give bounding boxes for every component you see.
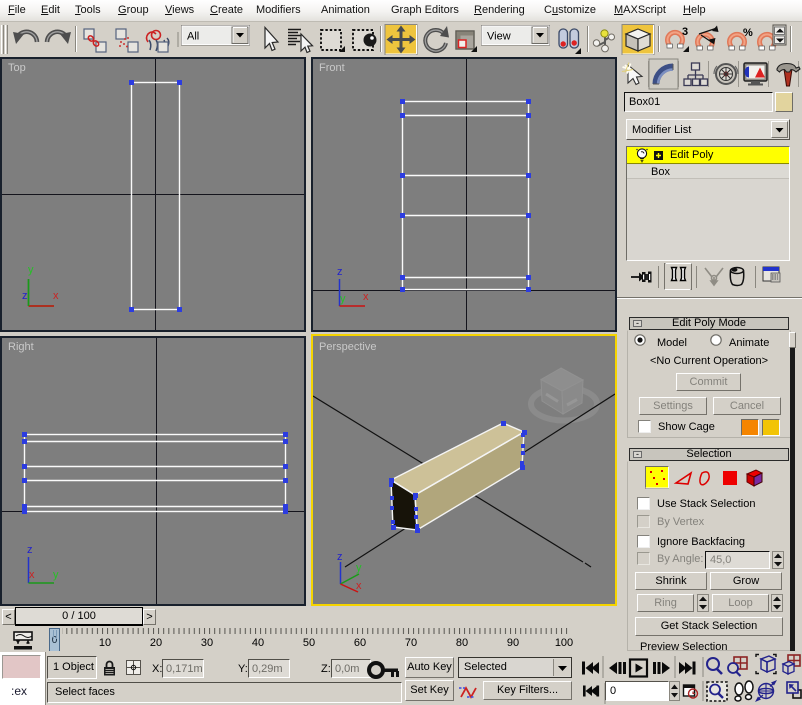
svg-text:3: 3	[682, 26, 688, 38]
svg-text:90: 90	[507, 637, 519, 649]
svg-text:z: z	[337, 551, 343, 563]
svg-text:x: x	[29, 569, 35, 581]
svg-text:z: z	[337, 266, 343, 278]
svg-text:%: %	[743, 27, 753, 39]
svg-text:x: x	[363, 291, 369, 303]
svg-text:x: x	[53, 290, 59, 302]
svg-text:z: z	[22, 290, 28, 302]
svg-text:View: View	[487, 31, 511, 43]
svg-text:z: z	[27, 544, 33, 556]
svg-text:10: 10	[99, 637, 111, 649]
svg-text:x: x	[356, 580, 362, 592]
svg-text:y: y	[340, 293, 346, 305]
svg-text:100: 100	[555, 637, 573, 649]
svg-text:All: All	[187, 31, 199, 43]
svg-text:60: 60	[354, 637, 366, 649]
svg-text:y: y	[53, 569, 59, 581]
svg-text:40: 40	[252, 637, 264, 649]
svg-text:y: y	[356, 562, 362, 574]
svg-text:70: 70	[405, 637, 417, 649]
svg-text:y: y	[28, 264, 34, 276]
svg-text:30: 30	[201, 637, 213, 649]
svg-text:80: 80	[456, 637, 468, 649]
svg-text:50: 50	[303, 637, 315, 649]
svg-text:20: 20	[150, 637, 162, 649]
